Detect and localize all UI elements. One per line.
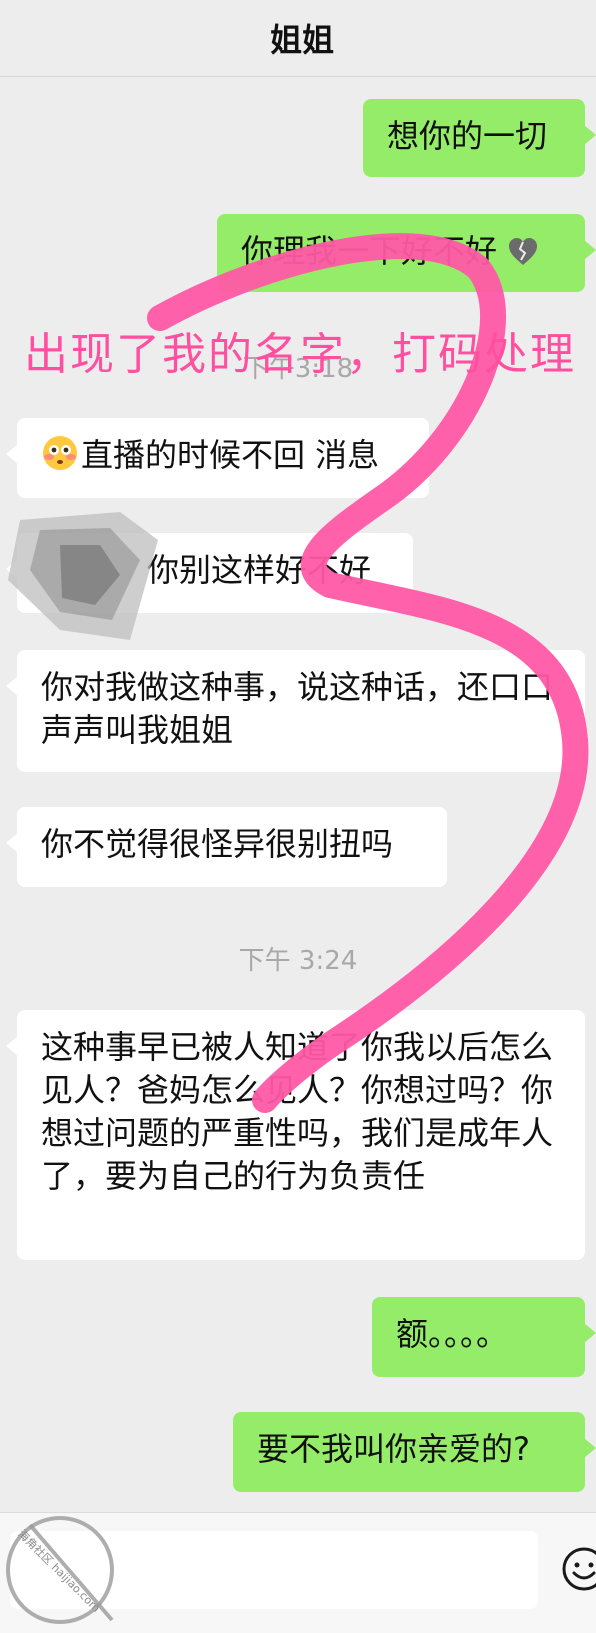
message-bubble-received[interactable]: 直播的时候不回 消息: [6, 418, 429, 498]
message-bubble-received[interactable]: 你别这样好不好: [6, 533, 413, 613]
smiley-icon[interactable]: [560, 1545, 596, 1593]
message-text: 额。。。。: [396, 1315, 509, 1353]
message-text: 想你的一切: [387, 117, 548, 155]
message-text: 你理我一下好不好: [241, 232, 498, 270]
chat-title: 姐姐: [269, 21, 334, 59]
message-text: 这种事早已被人知道了你我以后怎么见人？爸妈怎么见人？你想过吗？你想过问题的严重性…: [41, 1028, 554, 1195]
broken-heart-icon: [509, 238, 538, 265]
flushed-face-icon: [43, 436, 77, 470]
message-text: 直播的时候不回 消息: [81, 436, 380, 474]
message-bubble-received[interactable]: 你不觉得很怪异很别扭吗: [6, 807, 447, 887]
timestamp: 下午 3:24: [238, 946, 358, 976]
chat-header: 姐姐: [0, 0, 596, 77]
message-bubble-sent[interactable]: 想你的一切: [363, 99, 596, 177]
message-bubble-received[interactable]: 这种事早已被人知道了你我以后怎么见人？爸妈怎么见人？你想过吗？你想过问题的严重性…: [6, 1010, 585, 1260]
censor-annotation: 出现了我的名字，打码处理: [24, 329, 576, 380]
message-bubble-sent[interactable]: 你理我一下好不好: [217, 214, 596, 292]
watermark-logo: 海角社区 haijiao.com: [6, 1516, 114, 1624]
message-text: 你别这样好不好: [147, 551, 372, 589]
message-text: 要不我叫你亲爱的?: [257, 1430, 530, 1468]
message-text: 你对我做这种事，说这种话，还口口声声叫我姐姐: [41, 668, 554, 749]
message-text: 你不觉得很怪异很别扭吗: [41, 825, 394, 863]
message-bubble-received[interactable]: 你对我做这种事，说这种话，还口口声声叫我姐姐: [6, 650, 585, 772]
watermark-text: 海角社区 haijiao.com: [15, 1527, 103, 1615]
message-bubble-sent[interactable]: 要不我叫你亲爱的?: [233, 1412, 596, 1492]
message-bubble-sent[interactable]: 额。。。。: [372, 1297, 596, 1377]
